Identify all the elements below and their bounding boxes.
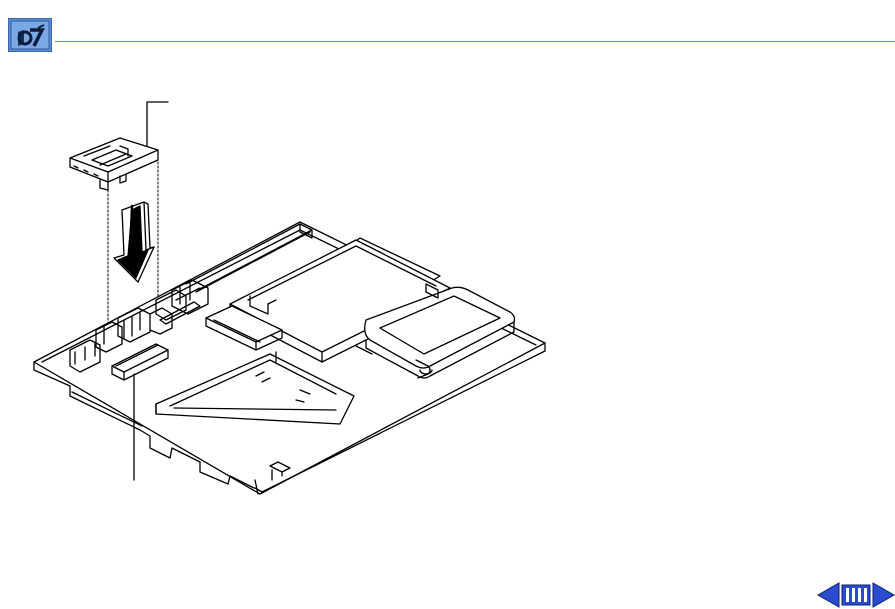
- triangle-right-icon[interactable]: [872, 582, 895, 608]
- index-bars-icon[interactable]: [841, 584, 871, 606]
- callout-line-top: [146, 101, 169, 147]
- triangle-left-icon[interactable]: [817, 582, 840, 608]
- logic-board-illustration: [33, 101, 546, 495]
- page-navigation: [817, 581, 895, 609]
- logic-board: [33, 221, 546, 495]
- cache-card: [69, 137, 159, 191]
- arrow-down-icon: [113, 201, 155, 283]
